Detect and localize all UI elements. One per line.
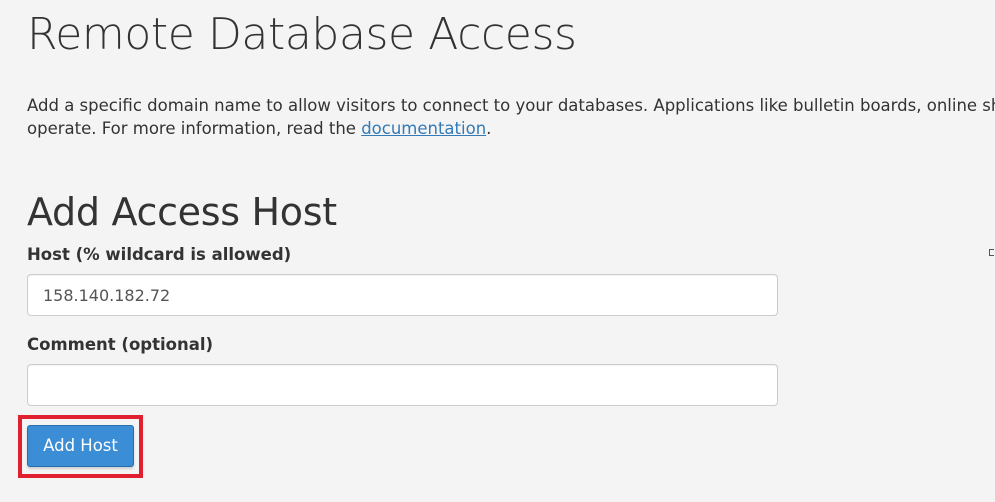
documentation-link[interactable]: documentation — [361, 119, 486, 138]
comment-input[interactable] — [27, 364, 778, 406]
description-line-1: Add a specific domain name to allow visi… — [27, 96, 995, 115]
host-label: Host (% wildcard is allowed) — [27, 245, 292, 264]
section-title: Add Access Host — [27, 190, 337, 234]
page-title: Remote Database Access — [27, 9, 577, 60]
page-container: Remote Database Access Add a specific do… — [0, 0, 995, 502]
edge-marker-icon — [989, 249, 994, 256]
description-period: . — [486, 119, 492, 138]
add-host-button[interactable]: Add Host — [27, 425, 134, 467]
host-input[interactable] — [27, 274, 778, 316]
description-text: operate. For more information, read the — [27, 119, 362, 138]
description-line-2: operate. For more information, read the … — [27, 117, 995, 140]
page-description: Add a specific domain name to allow visi… — [27, 94, 995, 140]
comment-label: Comment (optional) — [27, 335, 214, 354]
